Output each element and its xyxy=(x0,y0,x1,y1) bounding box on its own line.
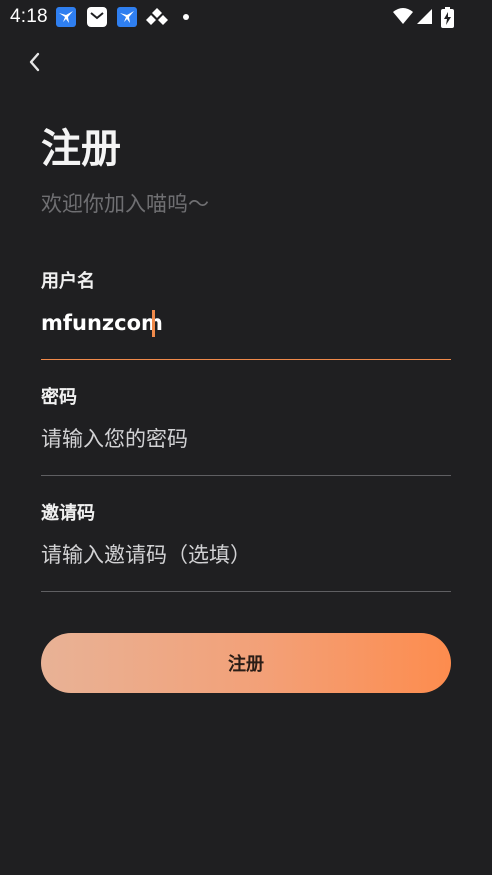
invite-code-field: 邀请码 xyxy=(41,502,451,594)
chevron-left-icon xyxy=(29,52,40,72)
diamond-app-icon xyxy=(146,7,168,27)
password-field: 密码 xyxy=(41,386,451,478)
invite-code-underline xyxy=(41,591,451,592)
password-label: 密码 xyxy=(41,387,77,408)
username-input[interactable] xyxy=(41,304,451,342)
status-time: 4:18 xyxy=(10,6,48,27)
register-button[interactable]: 注册 xyxy=(41,633,451,693)
app-notification-icon xyxy=(117,7,137,27)
username-label: 用户名 xyxy=(41,271,95,292)
app-notification-icon xyxy=(56,7,76,27)
invite-code-input[interactable] xyxy=(41,536,451,574)
password-input[interactable] xyxy=(41,420,451,458)
wifi-icon xyxy=(393,7,413,29)
page-subtitle: 欢迎你加入喵呜～ xyxy=(41,192,209,216)
more-notifications-dot xyxy=(183,14,189,20)
battery-charging-icon xyxy=(441,7,454,32)
back-button[interactable] xyxy=(20,48,48,76)
username-underline xyxy=(41,359,451,360)
invite-code-label: 邀请码 xyxy=(41,503,95,524)
mail-icon xyxy=(87,7,107,27)
page-title: 注册 xyxy=(41,126,121,172)
status-bar: 4:18 xyxy=(0,0,492,34)
username-field: 用户名 xyxy=(41,270,451,362)
signal-icon xyxy=(417,7,433,29)
text-cursor xyxy=(152,310,155,337)
password-underline xyxy=(41,475,451,476)
